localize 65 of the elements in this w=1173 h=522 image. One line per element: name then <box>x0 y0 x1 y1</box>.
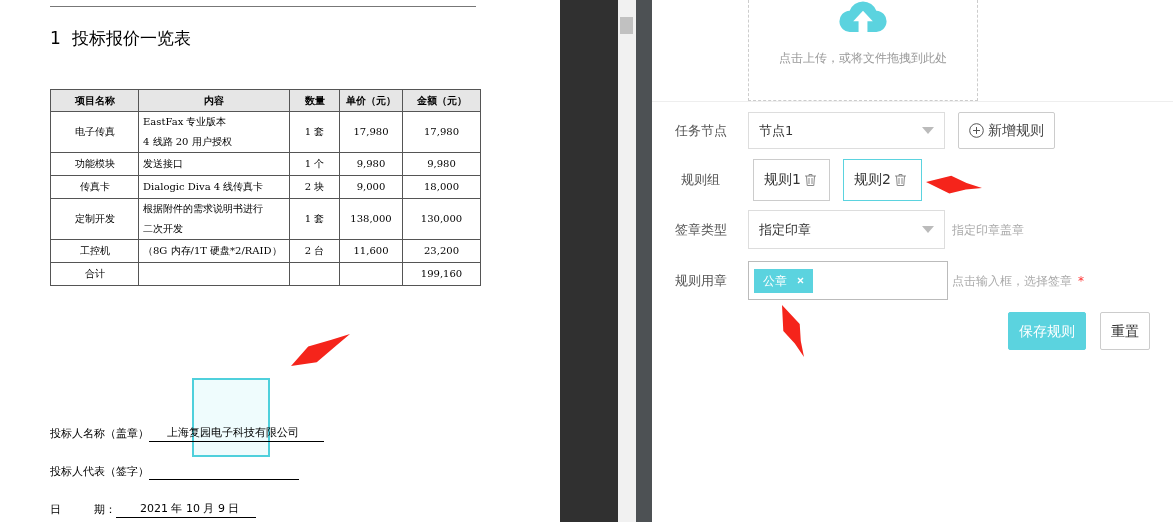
table-cell: 23,200 <box>402 239 481 263</box>
table-cell: 199,160 <box>402 262 481 286</box>
table-cell: 9,980 <box>339 152 403 176</box>
required-mark: * <box>1078 272 1084 290</box>
column-header: 数量 <box>289 89 340 112</box>
table-cell: 发送接口 <box>138 152 290 176</box>
trash-icon[interactable] <box>804 173 816 186</box>
table-cell: 1 个 <box>289 152 340 176</box>
table-cell: 9,000 <box>339 175 403 199</box>
field-label: 日 期： <box>50 501 116 518</box>
field-hint: 点击输入框，选择签章 <box>952 272 1072 290</box>
fill-in-line: 2021 年 10 月 9 日 <box>116 500 256 518</box>
cell-text-line: EastFax 专业版本 <box>143 115 227 129</box>
splitter-bar[interactable] <box>636 0 652 522</box>
table-cell: 功能模块 <box>50 152 139 176</box>
seal-tag: 公章 <box>754 268 813 293</box>
cell-text-line: 4 线路 20 用户授权 <box>143 135 232 149</box>
field-label: 规则用章 <box>674 271 728 290</box>
scrollbar-thumb[interactable] <box>620 17 633 34</box>
upload-hint: 点击上传，或将文件拖拽到此处 <box>779 50 947 67</box>
table-cell: 定制开发 <box>50 198 139 240</box>
table-cell: 138,000 <box>339 198 403 240</box>
table-cell: 9,980 <box>402 152 481 176</box>
trash-icon[interactable] <box>894 173 906 186</box>
caret-icon <box>922 226 934 233</box>
document-heading: 1 投标报价一览表 <box>50 27 191 50</box>
field-label: 规则组 <box>680 170 721 189</box>
table-cell: 工控机 <box>50 239 139 263</box>
table-cell <box>289 262 340 286</box>
table-cell: 1 套 <box>289 198 340 240</box>
cloud-upload-icon <box>837 0 889 32</box>
table-cell: 传真卡 <box>50 175 139 199</box>
column-header: 项目名称 <box>50 89 139 112</box>
table-cell: Dialogic Diva 4 线传真卡 <box>138 175 290 199</box>
rule-tab[interactable]: 规则1 <box>753 158 830 201</box>
field-label: 签章类型 <box>674 220 728 239</box>
sign-type-select[interactable]: 指定印章 <box>748 210 945 249</box>
add-rule-button[interactable]: 新增规则 <box>958 112 1055 149</box>
table-cell: 11,600 <box>339 239 403 263</box>
column-header: 金额（元） <box>402 89 481 112</box>
column-header: 内容 <box>138 89 290 112</box>
table-cell: 电子传真 <box>50 111 139 153</box>
field-hint: 指定印章盖章 <box>952 221 1024 239</box>
table-cell: 合计 <box>50 262 139 286</box>
column-header: 单价（元） <box>339 89 403 112</box>
table-cell: 18,000 <box>402 175 481 199</box>
plus-circle-icon <box>969 123 984 138</box>
reset-button[interactable]: 重置 <box>1100 312 1150 350</box>
table-cell: 17,980 <box>402 111 481 153</box>
table-cell: 2 台 <box>289 239 340 263</box>
rule-tab[interactable]: 规则2 <box>843 158 922 201</box>
cell-text-line: 根据附件的需求说明书进行 <box>143 202 263 216</box>
table-cell: （8G 内存/1T 硬盘*2/RAID） <box>138 239 290 263</box>
table-cell: 2 块 <box>289 175 340 199</box>
field-label: 投标人代表（签字） <box>50 463 149 480</box>
field-label: 任务节点 <box>674 121 728 140</box>
table-cell: 17,980 <box>339 111 403 153</box>
table-cell <box>339 262 403 286</box>
caret-icon <box>922 127 934 134</box>
field-label: 投标人名称（盖章） <box>50 425 149 442</box>
close-icon[interactable] <box>797 277 804 284</box>
table-cell: 1 套 <box>289 111 340 153</box>
node-select[interactable]: 节点1 <box>748 112 945 149</box>
table-cell: 130,000 <box>402 198 481 240</box>
cell-text-line: 二次开发 <box>143 222 183 236</box>
